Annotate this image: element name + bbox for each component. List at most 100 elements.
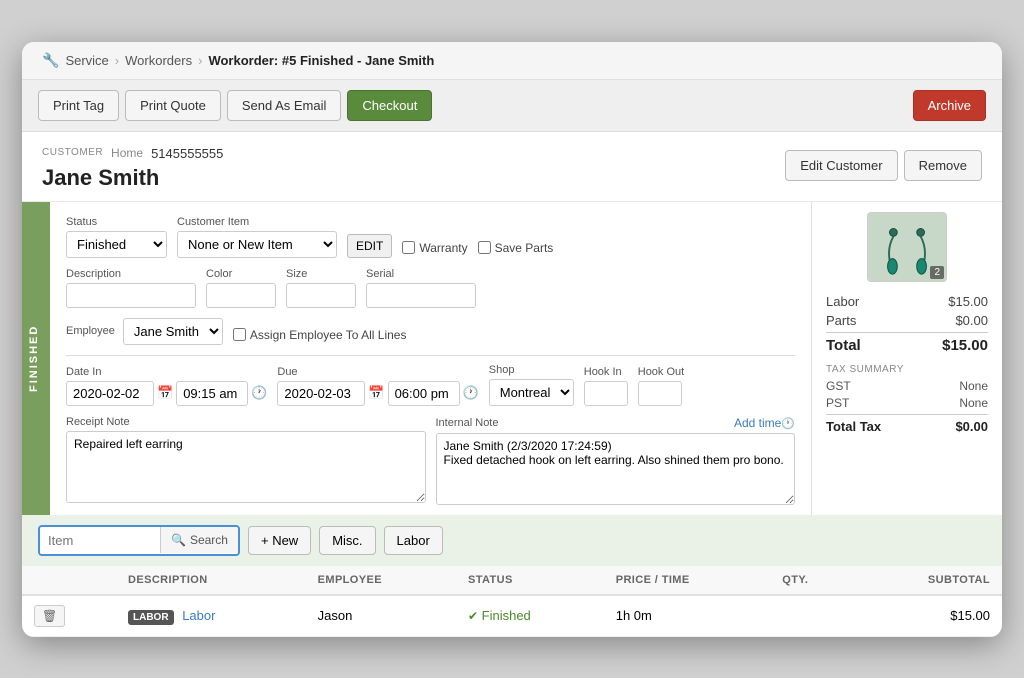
notes-row: Receipt Note Repaired left earring Inter… bbox=[66, 416, 795, 505]
archive-button[interactable]: Archive bbox=[913, 90, 986, 121]
row-price-cell: 1h 0m bbox=[604, 595, 771, 637]
pst-value: None bbox=[959, 396, 988, 410]
save-parts-label: Save Parts bbox=[495, 241, 554, 255]
hook-in-input[interactable] bbox=[584, 381, 628, 406]
finished-tab: FINISHED bbox=[22, 202, 50, 515]
labor-label: Labor bbox=[826, 294, 859, 309]
form-row-status: Status Finished In Progress Pending Cust… bbox=[66, 216, 795, 258]
description-input[interactable] bbox=[66, 283, 196, 308]
hook-out-input[interactable] bbox=[638, 381, 682, 406]
employee-select[interactable]: Jane Smith Jason bbox=[123, 318, 223, 345]
print-quote-button[interactable]: Print Quote bbox=[125, 90, 221, 121]
clock-due-icon: 🕐 bbox=[463, 385, 479, 401]
warranty-checkbox[interactable] bbox=[402, 241, 415, 254]
date-in-label: Date In bbox=[66, 366, 267, 378]
due-group: Due 📅 🕐 bbox=[277, 366, 478, 406]
send-as-email-button[interactable]: Send As Email bbox=[227, 90, 342, 121]
col-price-time: PRICE / TIME bbox=[604, 566, 771, 595]
breadcrumb-bar: 🔧 Service › Workorders › Workorder: #5 F… bbox=[22, 42, 1002, 80]
print-tag-button[interactable]: Print Tag bbox=[38, 90, 119, 121]
customer-item-select[interactable]: None or New Item bbox=[177, 231, 337, 258]
labor-pricing-row: Labor $15.00 bbox=[826, 294, 988, 309]
total-label: Total bbox=[826, 337, 861, 354]
misc-button[interactable]: Misc. bbox=[319, 526, 375, 555]
edit-customer-button[interactable]: Edit Customer bbox=[785, 150, 897, 181]
wrench-icon: 🔧 bbox=[42, 52, 59, 69]
parts-value: $0.00 bbox=[955, 313, 988, 328]
internal-note-textarea[interactable]: Jane Smith (2/3/2020 17:24:59) Fixed det… bbox=[436, 433, 796, 505]
size-input[interactable] bbox=[286, 283, 356, 308]
checkout-button[interactable]: Checkout bbox=[347, 90, 432, 121]
customer-item-group: Customer Item None or New Item bbox=[177, 216, 337, 258]
receipt-note-label: Receipt Note bbox=[66, 416, 426, 428]
col-employee: EMPLOYEE bbox=[306, 566, 456, 595]
gst-row: GST None bbox=[826, 379, 988, 393]
search-icon: 🔍 bbox=[171, 533, 186, 547]
date-in-group: Date In 📅 🕐 bbox=[66, 366, 267, 406]
serial-group: Serial bbox=[366, 268, 476, 308]
time-in-input[interactable] bbox=[176, 381, 248, 406]
save-parts-checkbox[interactable] bbox=[478, 241, 491, 254]
pst-label: PST bbox=[826, 396, 849, 410]
customer-actions: Edit Customer Remove bbox=[785, 146, 982, 181]
form-row-employee: Employee Jane Smith Jason Assign Employe… bbox=[66, 318, 795, 345]
breadcrumb-workorders[interactable]: Workorders bbox=[125, 53, 192, 68]
serial-label: Serial bbox=[366, 268, 476, 280]
customer-info: CUSTOMER Home 5145555555 Jane Smith bbox=[42, 146, 223, 191]
labor-button[interactable]: Labor bbox=[384, 526, 443, 555]
col-subtotal: SUBTOTAL bbox=[855, 566, 1002, 595]
col-description: DESCRIPTION bbox=[116, 566, 306, 595]
col-status: STATUS bbox=[456, 566, 604, 595]
calendar-due-icon[interactable]: 📅 bbox=[368, 385, 384, 401]
shop-group: Shop Montreal bbox=[489, 364, 574, 406]
hook-in-group: Hook In bbox=[584, 366, 628, 406]
col-qty: QTY. bbox=[770, 566, 855, 595]
internal-note-label: Internal Note bbox=[436, 417, 499, 429]
due-input[interactable] bbox=[277, 381, 365, 406]
parts-pricing-row: Parts $0.00 bbox=[826, 313, 988, 328]
add-time-link[interactable]: Add time🕐 bbox=[734, 416, 795, 430]
search-button[interactable]: 🔍 Search bbox=[160, 527, 238, 553]
calendar-in-icon[interactable]: 📅 bbox=[157, 385, 173, 401]
new-item-button[interactable]: + New bbox=[248, 526, 311, 555]
items-table: DESCRIPTION EMPLOYEE STATUS PRICE / TIME… bbox=[22, 566, 1002, 637]
color-group: Color bbox=[206, 268, 276, 308]
row-status-value: Finished bbox=[482, 608, 531, 623]
size-group: Size bbox=[286, 268, 356, 308]
item-edit-button[interactable]: EDIT bbox=[347, 234, 392, 258]
color-input[interactable] bbox=[206, 283, 276, 308]
row-subtotal-value: $15.00 bbox=[950, 608, 990, 623]
time-due-input[interactable] bbox=[388, 381, 460, 406]
due-label: Due bbox=[277, 366, 478, 378]
row-subtotal-cell: $15.00 bbox=[855, 595, 1002, 637]
remove-customer-button[interactable]: Remove bbox=[904, 150, 982, 181]
row-price-value: 1h 0m bbox=[616, 608, 652, 623]
labor-description-link[interactable]: Labor bbox=[182, 608, 215, 623]
description-group: Description bbox=[66, 268, 196, 308]
employee-label: Employee bbox=[66, 325, 115, 337]
main-window: 🔧 Service › Workorders › Workorder: #5 F… bbox=[22, 42, 1002, 637]
hook-out-group: Hook Out bbox=[638, 366, 684, 406]
description-label: Description bbox=[66, 268, 196, 280]
item-search-bar: 🔍 Search + New Misc. Labor bbox=[22, 515, 1002, 566]
receipt-note-textarea[interactable]: Repaired left earring bbox=[66, 431, 426, 503]
workorder-right: 2 Labor $15.00 Parts $0.00 Total $15.00 … bbox=[812, 202, 1002, 515]
total-tax-label: Total Tax bbox=[826, 419, 881, 434]
receipt-note-group: Receipt Note Repaired left earring bbox=[66, 416, 426, 505]
delete-row-button[interactable]: 🗑 bbox=[34, 605, 65, 627]
item-search-input[interactable] bbox=[40, 527, 160, 554]
workorder-body: FINISHED Status Finished In Progress Pen… bbox=[22, 202, 1002, 515]
serial-input[interactable] bbox=[366, 283, 476, 308]
row-status-cell: ✔ Finished bbox=[456, 595, 604, 637]
row-qty-cell bbox=[770, 595, 855, 637]
form-row-description: Description Color Size Serial bbox=[66, 268, 795, 308]
shop-select[interactable]: Montreal bbox=[489, 379, 574, 406]
status-group: Status Finished In Progress Pending bbox=[66, 216, 167, 258]
total-pricing-row: Total $15.00 bbox=[826, 332, 988, 354]
customer-section-label: CUSTOMER bbox=[42, 147, 103, 158]
assign-all-checkbox[interactable] bbox=[233, 328, 246, 341]
status-select[interactable]: Finished In Progress Pending bbox=[66, 231, 167, 258]
date-in-input[interactable] bbox=[66, 381, 154, 406]
search-input-wrap: 🔍 Search bbox=[38, 525, 240, 556]
breadcrumb-service[interactable]: Service bbox=[65, 53, 108, 68]
